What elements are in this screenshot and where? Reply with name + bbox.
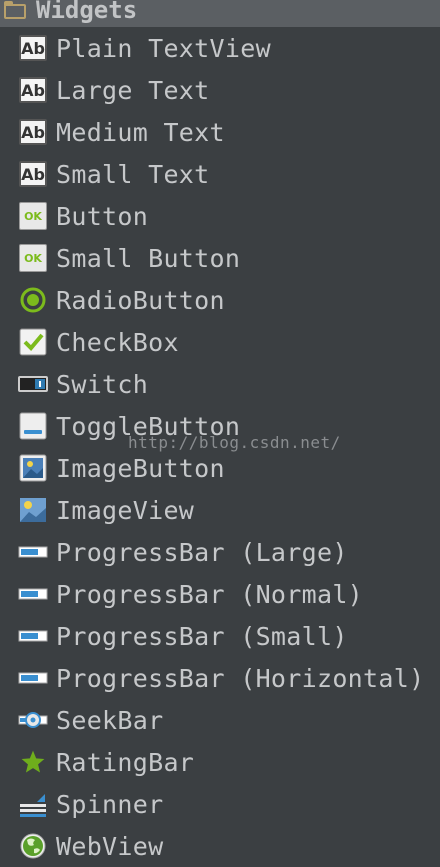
palette-item-seekbar[interactable]: SeekBar <box>0 699 440 741</box>
image-view-icon <box>18 496 48 524</box>
palette-item-label: RadioButton <box>56 285 225 315</box>
folder-icon <box>4 1 26 19</box>
progress-bar-icon <box>18 580 48 608</box>
ok-glyph: OK <box>19 244 47 272</box>
ok-button-icon: OK <box>18 244 48 272</box>
ab-text-icon: Ab <box>18 34 48 62</box>
watermark-text: http://blog.csdn.net/ <box>128 433 341 452</box>
palette-item-progressbar-large[interactable]: ProgressBar (Large) <box>0 531 440 573</box>
switch-icon <box>18 370 48 398</box>
palette-item-label: Button <box>56 201 149 231</box>
palette-item-label: ImageButton <box>56 453 225 483</box>
ab-glyph: Ab <box>19 119 47 145</box>
seek-bar-icon <box>18 706 48 734</box>
palette-item-webview[interactable]: WebView <box>0 825 440 867</box>
palette-item-small-text[interactable]: Ab Small Text <box>0 153 440 195</box>
palette-item-label: Small Button <box>56 243 241 273</box>
ab-text-icon: Ab <box>18 160 48 188</box>
ab-text-icon: Ab <box>18 118 48 146</box>
palette-item-label: Small Text <box>56 159 210 189</box>
category-title: Widgets <box>36 0 138 24</box>
palette-item-label: ProgressBar (Small) <box>56 621 348 651</box>
palette-item-small-button[interactable]: OK Small Button <box>0 237 440 279</box>
widgets-category-header[interactable]: Widgets <box>0 0 440 27</box>
image-button-icon <box>18 454 48 482</box>
palette-item-imagebutton[interactable]: ImageButton <box>0 447 440 489</box>
ab-glyph: Ab <box>19 161 47 187</box>
palette-item-imageview[interactable]: ImageView <box>0 489 440 531</box>
palette-item-radiobutton[interactable]: RadioButton <box>0 279 440 321</box>
spinner-icon <box>18 790 48 818</box>
palette-item-label: Switch <box>56 369 149 399</box>
toggle-button-icon <box>18 412 48 440</box>
palette-item-label: ProgressBar (Normal) <box>56 579 364 609</box>
palette-item-plain-textview[interactable]: Ab Plain TextView <box>0 27 440 69</box>
palette-item-label: SeekBar <box>56 705 164 735</box>
palette-item-ratingbar[interactable]: RatingBar <box>0 741 440 783</box>
palette-item-progressbar-normal[interactable]: ProgressBar (Normal) <box>0 573 440 615</box>
palette-item-switch[interactable]: Switch <box>0 363 440 405</box>
palette-item-label: Medium Text <box>56 117 225 147</box>
radio-button-icon <box>18 286 48 314</box>
star-icon <box>18 748 48 776</box>
palette-item-medium-text[interactable]: Ab Medium Text <box>0 111 440 153</box>
progress-bar-icon <box>18 538 48 566</box>
palette-item-label: Spinner <box>56 789 164 819</box>
ab-glyph: Ab <box>19 35 47 61</box>
palette-item-label: ProgressBar (Horizontal) <box>56 663 425 693</box>
ab-glyph: Ab <box>19 77 47 103</box>
palette-item-progressbar-small[interactable]: ProgressBar (Small) <box>0 615 440 657</box>
progress-bar-icon <box>18 664 48 692</box>
ok-glyph: OK <box>19 202 47 230</box>
palette-item-spinner[interactable]: Spinner <box>0 783 440 825</box>
ab-text-icon: Ab <box>18 76 48 104</box>
palette-item-label: RatingBar <box>56 747 195 777</box>
ok-button-icon: OK <box>18 202 48 230</box>
palette-item-label: CheckBox <box>56 327 179 357</box>
progress-bar-icon <box>18 622 48 650</box>
palette-item-button[interactable]: OK Button <box>0 195 440 237</box>
palette-item-progressbar-horizontal[interactable]: ProgressBar (Horizontal) <box>0 657 440 699</box>
palette-item-label: WebView <box>56 831 164 861</box>
palette-item-large-text[interactable]: Ab Large Text <box>0 69 440 111</box>
palette-item-label: ProgressBar (Large) <box>56 537 348 567</box>
globe-icon <box>18 832 48 860</box>
palette-item-label: Large Text <box>56 75 210 105</box>
checkbox-icon <box>18 328 48 356</box>
palette-item-label: ImageView <box>56 495 195 525</box>
palette-item-checkbox[interactable]: CheckBox <box>0 321 440 363</box>
palette-item-label: Plain TextView <box>56 33 271 63</box>
